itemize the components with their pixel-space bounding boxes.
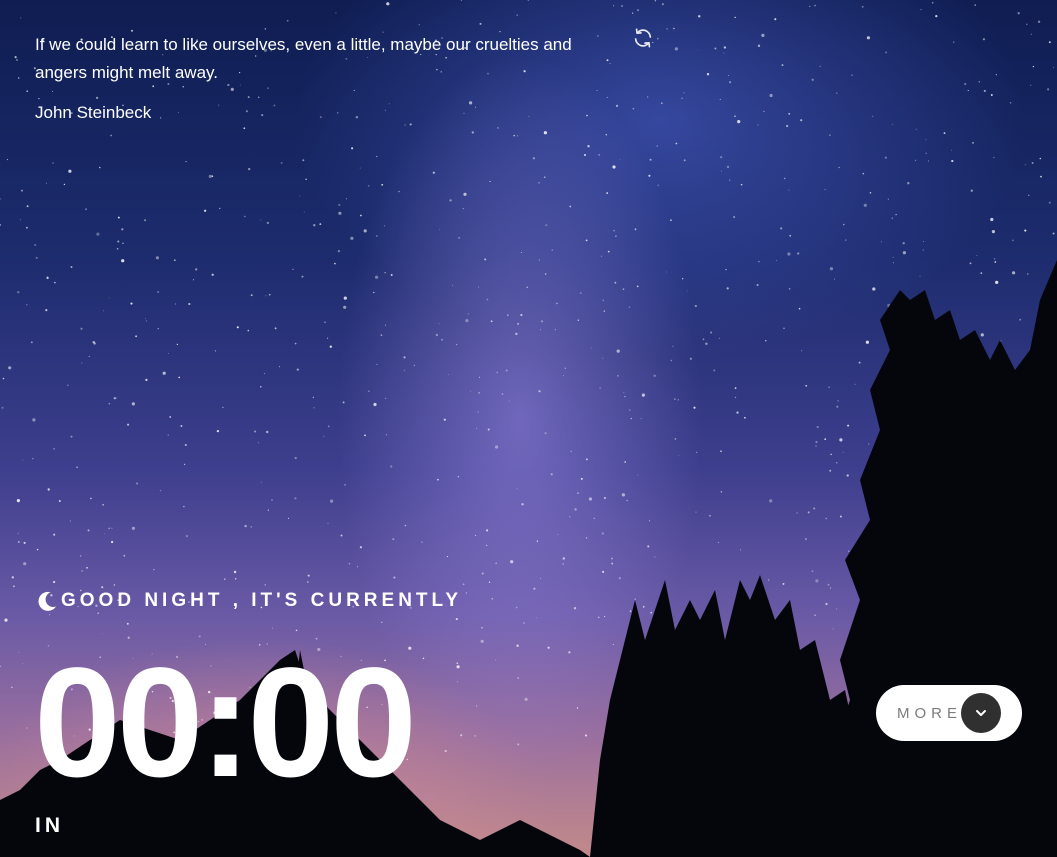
more-button-label: MORE — [897, 704, 962, 722]
greeting: GOOD NIGHT , IT'S CURRENTLY — [35, 586, 462, 616]
quote-block: If we could learn to like ourselves, eve… — [35, 31, 625, 123]
quote-author: John Steinbeck — [35, 103, 152, 122]
clock-time: 00:00 — [34, 636, 417, 810]
quote-text: If we could learn to like ourselves, eve… — [35, 35, 572, 82]
clock-location: IN — [35, 814, 64, 837]
refresh-icon[interactable] — [632, 27, 654, 49]
greeting-text: GOOD NIGHT , IT'S CURRENTLY — [61, 590, 463, 611]
more-button[interactable]: MORE — [876, 685, 1022, 741]
moon-icon — [38, 591, 56, 611]
chevron-down-icon[interactable] — [961, 693, 1001, 733]
